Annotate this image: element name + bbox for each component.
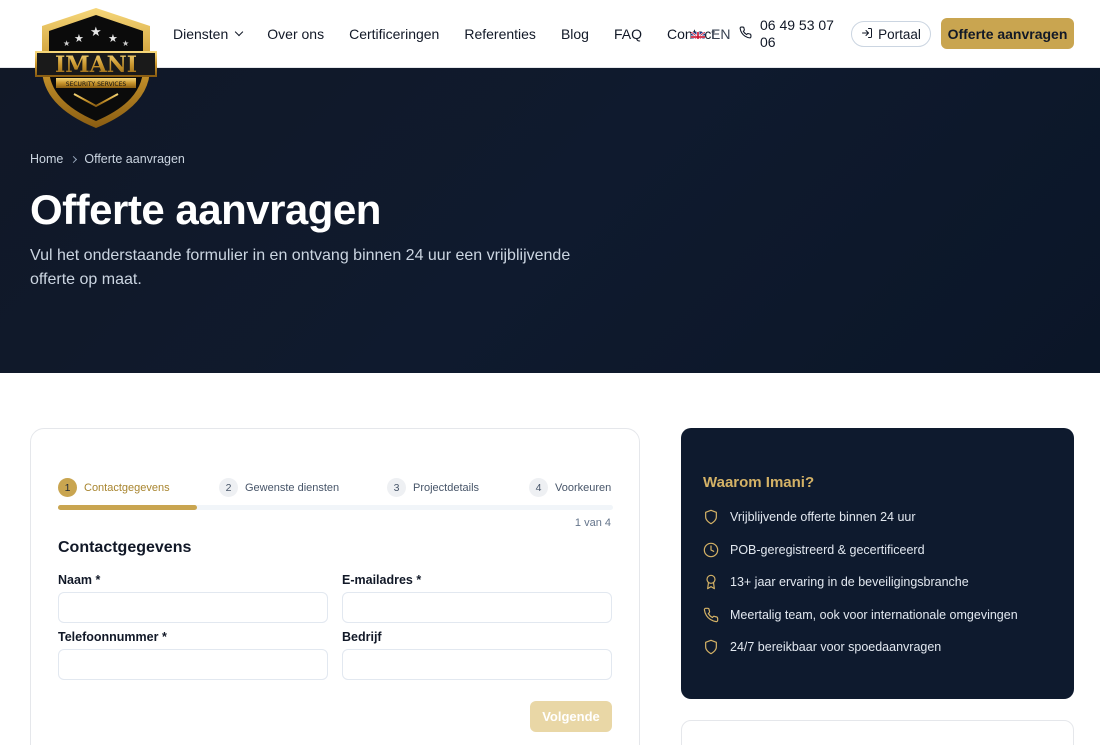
nav-faq[interactable]: FAQ xyxy=(614,26,642,42)
quote-form-card: 1 Contactgegevens 2 Gewenste diensten 3 … xyxy=(30,428,640,745)
list-item: 13+ jaar ervaring in de beveiligingsbran… xyxy=(703,573,1018,591)
list-item-text: Vrijblijvende offerte binnen 24 uur xyxy=(730,510,916,524)
language-switcher[interactable]: EN xyxy=(691,26,730,42)
why-imani-card: Waarom Imani? Vrijblijvende offerte binn… xyxy=(681,428,1074,699)
email-field-group: E-mailadres * xyxy=(342,573,612,623)
nav-label: FAQ xyxy=(613,26,642,42)
breadcrumb: Home Offerte aanvragen xyxy=(30,152,185,166)
breadcrumb-home[interactable]: Home xyxy=(30,152,63,166)
step-label: Voorkeuren xyxy=(555,481,612,494)
language-label: EN xyxy=(711,26,731,42)
phone-icon xyxy=(739,26,752,43)
naam-input[interactable] xyxy=(58,592,328,623)
bedrijf-field-group: Bedrijf xyxy=(342,630,612,680)
svg-text:★: ★ xyxy=(108,32,118,45)
svg-text:SECURITY SERVICES: SECURITY SERVICES xyxy=(66,81,127,88)
page-subtitle: Vul het onderstaande formulier in en ont… xyxy=(30,247,571,288)
step-voorkeuren[interactable]: 4 Voorkeuren xyxy=(529,478,611,497)
svg-text:★: ★ xyxy=(63,39,70,48)
step-label: Gewenste diensten xyxy=(245,481,340,494)
site-header: Diensten Over ons Certificeringen Refere… xyxy=(0,0,1100,68)
step-contactgegevens[interactable]: 1 Contactgegevens xyxy=(58,478,170,497)
phone-number: 06 49 53 07 06 xyxy=(760,17,834,50)
svg-text:★: ★ xyxy=(90,25,102,40)
form-steps: 1 Contactgegevens 2 Gewenste diensten 3 … xyxy=(58,478,613,498)
nav-label: Diensten xyxy=(173,26,229,42)
main-nav: Diensten Over ons Certificeringen Refere… xyxy=(173,0,715,68)
bedrijf-label: Bedrijf xyxy=(342,630,382,644)
why-title: Waarom Imani? xyxy=(703,474,815,491)
chevron-right-icon xyxy=(70,155,78,163)
list-item-text: Meertalig team, ook voor internationale … xyxy=(730,607,1018,622)
nav-over-ons[interactable]: Over ons xyxy=(267,26,324,42)
progress-bar xyxy=(58,505,613,510)
bedrijf-input[interactable] xyxy=(342,649,612,680)
list-item-text: 13+ jaar ervaring in de beveiligingsbran… xyxy=(730,575,969,590)
list-item-text: POB-geregistreerd & gecertificeerd xyxy=(730,542,925,557)
why-list: Vrijblijvende offerte binnen 24 uur POB-… xyxy=(703,508,1018,671)
list-item: 24/7 bereikbaar voor spoedaanvragen xyxy=(703,638,1018,656)
nav-diensten[interactable]: Diensten xyxy=(173,26,244,42)
svg-text:★: ★ xyxy=(122,39,129,48)
email-input[interactable] xyxy=(342,592,612,623)
chevron-down-icon xyxy=(235,27,244,37)
step-count: 1 van 4 xyxy=(574,517,611,529)
step-number: 3 xyxy=(387,478,406,497)
step-gewenste-diensten[interactable]: 2 Gewenste diensten xyxy=(219,478,339,497)
hero-section: Home Offerte aanvragen Offerte aanvragen… xyxy=(0,68,1100,373)
list-item: Meertalig team, ook voor internationale … xyxy=(703,606,1018,624)
nav-blog[interactable]: Blog xyxy=(561,26,589,42)
naam-field-group: Naam * xyxy=(58,573,328,623)
portal-label: Portaal xyxy=(878,26,921,42)
list-item: POB-geregistreerd & gecertificeerd xyxy=(703,541,1018,559)
step-projectdetails[interactable]: 3 Projectdetails xyxy=(387,478,479,497)
telefoon-field-group: Telefoonnummer * xyxy=(58,630,328,680)
login-icon xyxy=(861,27,873,42)
company-logo[interactable]: ★ ★ ★ ★ ★ IMANI SECURITY SERVICES xyxy=(34,6,158,130)
request-quote-button[interactable]: Offerte aanvragen xyxy=(941,18,1074,49)
list-item: Vrijblijvende offerte binnen 24 uur xyxy=(703,508,1018,526)
progress-fill xyxy=(58,505,197,510)
step-number: 4 xyxy=(529,478,548,497)
form-section-title: Contactgegevens xyxy=(58,539,192,556)
imani-shield-logo: ★ ★ ★ ★ ★ IMANI SECURITY SERVICES xyxy=(35,8,157,128)
portal-button[interactable]: Portaal xyxy=(851,21,931,47)
shield-icon xyxy=(705,640,717,655)
uk-flag-icon xyxy=(691,29,705,39)
nav-label: Over ons xyxy=(267,26,325,42)
step-number: 1 xyxy=(58,478,77,497)
nav-label: Blog xyxy=(560,26,589,42)
naam-label: Naam * xyxy=(58,573,101,587)
page-title: Offerte aanvragen xyxy=(30,186,381,233)
list-item-text: 24/7 bereikbaar voor spoedaanvragen xyxy=(730,640,942,655)
shield-icon xyxy=(705,509,717,525)
step-number: 2 xyxy=(219,478,238,497)
svg-text:★: ★ xyxy=(74,32,84,45)
step-label: Contactgegevens xyxy=(84,481,170,494)
breadcrumb-current: Offerte aanvragen xyxy=(84,152,185,166)
award-icon xyxy=(706,574,716,590)
telefoon-input[interactable] xyxy=(58,649,328,680)
email-label: E-mailadres * xyxy=(342,573,422,587)
nav-label: Referenties xyxy=(464,26,536,42)
next-button[interactable]: Volgende xyxy=(530,701,612,732)
telefoon-label: Telefoonnummer * xyxy=(58,630,167,644)
secondary-info-card xyxy=(681,720,1074,745)
clock-icon xyxy=(703,542,719,557)
nav-certificeringen[interactable]: Certificeringen xyxy=(349,26,439,42)
phone-link[interactable]: 06 49 53 07 06 xyxy=(739,17,840,51)
nav-label: Certificeringen xyxy=(349,26,440,42)
step-label: Projectdetails xyxy=(413,481,480,494)
nav-referenties[interactable]: Referenties xyxy=(464,26,536,42)
svg-text:IMANI: IMANI xyxy=(55,52,137,78)
phone-icon xyxy=(703,607,719,622)
